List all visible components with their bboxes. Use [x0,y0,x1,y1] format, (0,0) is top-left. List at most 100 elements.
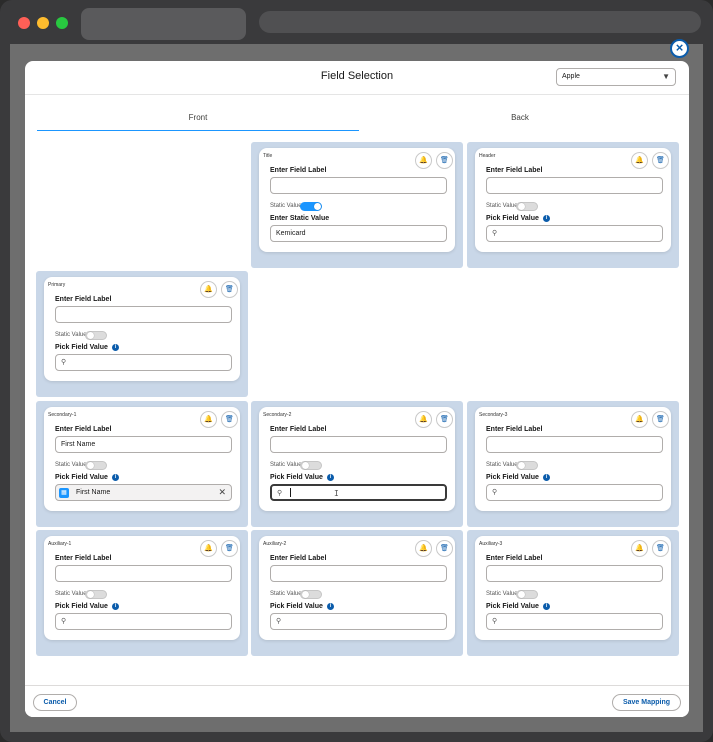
picked-field-pill[interactable]: ▦ First Name ✕ [55,484,232,501]
minimize-window-button[interactable] [37,17,49,29]
static-value-toggle[interactable] [300,590,322,599]
pick-field-search[interactable]: ⚲ [486,484,663,501]
info-icon: i [111,344,119,351]
static-value-toggle[interactable] [85,331,107,340]
slot-name: Title [263,153,273,159]
static-value-toggle[interactable] [85,590,107,599]
picked-field-value: First Name [76,489,111,496]
field-card-secondary-1: Secondary-1 🔔 🗑 Enter Field Label First … [44,407,240,511]
bell-icon[interactable]: 🔔 [415,152,432,169]
trash-icon[interactable]: 🗑 [652,152,669,169]
trash-icon[interactable]: 🗑 [652,411,669,428]
trash-icon[interactable]: 🗑 [436,152,453,169]
bell-icon[interactable]: 🔔 [200,540,217,557]
clear-icon[interactable]: ✕ [218,487,226,498]
bell-icon[interactable]: 🔔 [415,540,432,557]
save-mapping-button[interactable]: Save Mapping [612,694,681,711]
trash-icon[interactable]: 🗑 [436,411,453,428]
pick-field-search[interactable]: ⚲ [55,613,232,630]
info-icon: i [326,603,334,610]
search-icon: ⚲ [277,490,283,497]
static-value-toggle[interactable] [300,461,322,470]
static-value-toggle[interactable] [85,461,107,470]
slot-name: Header [479,153,496,159]
trash-icon[interactable]: 🗑 [436,540,453,557]
info-icon: i [326,474,334,481]
pick-field-caption: Pick Field Value i [55,344,119,351]
pick-field-search[interactable]: ⚲ [55,354,232,371]
bell-icon[interactable]: 🔔 [631,540,648,557]
slot-name: Auxiliary-2 [263,541,287,547]
static-value-toggle[interactable] [516,461,538,470]
field-card-auxiliary-3: Auxiliary-3 🔔 🗑 Enter Field Label Static… [475,536,671,640]
card-cell-auxiliary-1: Auxiliary-1 🔔 🗑 Enter Field Label Static… [36,530,248,656]
field-card-header: Header 🔔 🗑 Enter Field Label Static Valu… [475,148,671,252]
card-cell-title: Title 🔔 🗑 Enter Field Label Static Value… [251,142,463,268]
field-label-input[interactable] [55,306,232,323]
trash-icon[interactable]: 🗑 [221,540,238,557]
static-value-caption: Static Value [55,332,87,338]
static-value-toggle[interactable] [516,590,538,599]
pick-field-search[interactable]: ⚲ [270,613,447,630]
info-icon: i [542,474,550,481]
bell-icon[interactable]: 🔔 [631,152,648,169]
side-tabs: Front Back [37,113,677,131]
bell-icon[interactable]: 🔔 [415,411,432,428]
field-object-icon: ▦ [59,488,69,498]
tab-front[interactable]: Front [37,113,359,131]
static-value-toggle[interactable] [516,202,538,211]
slot-name: Secondary-1 [48,412,77,418]
field-label-input[interactable] [486,565,663,582]
slot-name: Auxiliary-1 [48,541,72,547]
bell-icon[interactable]: 🔔 [200,281,217,298]
address-bar[interactable] [259,11,701,33]
browser-tab[interactable] [81,8,246,40]
static-value-input[interactable]: Kemicard [270,225,447,242]
static-value-toggle[interactable] [300,202,322,211]
trash-icon[interactable]: 🗑 [221,281,238,298]
field-label-input[interactable] [270,436,447,453]
static-value-caption: Static Value [486,203,518,209]
cancel-button[interactable]: Cancel [33,694,77,711]
search-icon: ⚲ [276,618,282,625]
card-cell-secondary-3: Secondary-3 🔔 🗑 Enter Field Label Static… [467,401,679,527]
field-label-input[interactable] [486,436,663,453]
tab-back[interactable]: Back [359,113,681,131]
card-cell-primary: Primary 🔔 🗑 Enter Field Label Static Val… [36,271,248,397]
pick-field-search[interactable]: ⚲ [486,225,663,242]
chevron-down-icon: ▼ [662,72,670,81]
static-value-caption: Static Value [55,591,87,597]
field-label-caption: Enter Field Label [486,167,543,174]
slot-name: Primary [48,282,66,288]
pick-field-caption: Pick Field Value i [486,215,550,222]
pick-field-search[interactable]: ⚲ I [270,484,447,501]
pick-field-caption: Pick Field Value i [486,603,550,610]
search-icon: ⚲ [492,618,498,625]
pick-field-caption: Pick Field Value i [55,603,119,610]
field-label-input[interactable] [270,565,447,582]
field-label-caption: Enter Field Label [55,426,112,433]
bell-icon[interactable]: 🔔 [631,411,648,428]
mouse-ibeam-icon: I [334,489,339,498]
slot-name: Secondary-2 [263,412,292,418]
slot-name: Secondary-3 [479,412,508,418]
trash-icon[interactable]: 🗑 [652,540,669,557]
maximize-window-button[interactable] [56,17,68,29]
bell-icon[interactable]: 🔔 [200,411,217,428]
window-titlebar [0,0,713,44]
object-select[interactable]: Apple ▼ [556,68,676,86]
close-icon[interactable]: × [670,39,689,58]
close-window-button[interactable] [18,17,30,29]
search-icon: ⚲ [61,618,67,625]
field-label-caption: Enter Field Label [270,426,327,433]
field-label-input[interactable] [486,177,663,194]
field-label-input[interactable]: First Name [55,436,232,453]
card-cell-auxiliary-2: Auxiliary-2 🔔 🗑 Enter Field Label Static… [251,530,463,656]
dialog-footer: Cancel Save Mapping [25,685,689,717]
field-label-input[interactable] [55,565,232,582]
search-icon: ⚲ [492,489,498,496]
field-label-input[interactable] [270,177,447,194]
pick-field-search[interactable]: ⚲ [486,613,663,630]
trash-icon[interactable]: 🗑 [221,411,238,428]
field-label-caption: Enter Field Label [55,296,112,303]
